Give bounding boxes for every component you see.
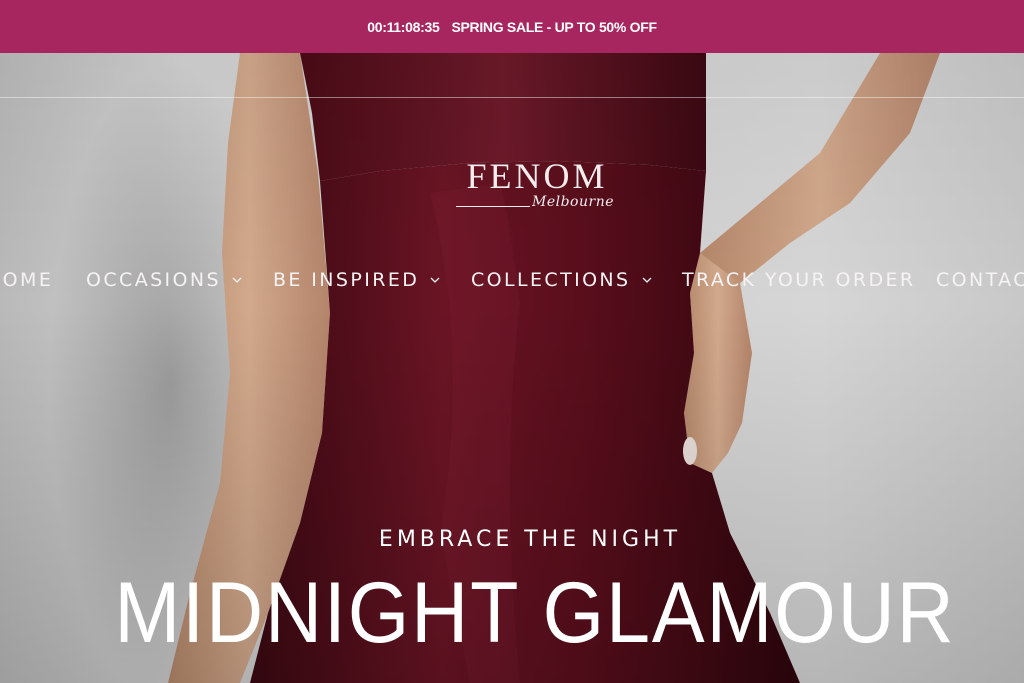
main-nav: HOME OCCASIONS BE INSPIRED COLLECTIONS T… (0, 263, 1024, 299)
hero-headline: MIDNIGHT GLAMOUR (114, 565, 956, 661)
nav-item-label: BE INSPIRED (273, 269, 420, 291)
nav-item-home[interactable]: HOME (0, 269, 53, 291)
nav-item-be-inspired[interactable]: BE INSPIRED (273, 269, 441, 291)
logo-rule (456, 206, 530, 207)
nav-item-collections[interactable]: COLLECTIONS (471, 269, 653, 291)
logo-location: Melbourne (532, 194, 614, 210)
chevron-down-icon (231, 274, 243, 286)
announcement-text[interactable]: SPRING SALE - UP TO 50% OFF (451, 19, 657, 35)
nav-item-label: COLLECTIONS (471, 269, 631, 291)
announcement-bar: 00:11:08:35 SPRING SALE - UP TO 50% OFF (0, 0, 1024, 53)
chevron-down-icon (429, 274, 441, 286)
chevron-down-icon (641, 274, 653, 286)
nav-item-label: HOME (0, 269, 54, 291)
site-logo[interactable]: FENOM Melbourne (452, 156, 622, 218)
nav-item-contact[interactable]: CONTACT (936, 269, 1024, 291)
nav-item-label: CONTACT (936, 269, 1024, 291)
hero-banner[interactable]: FENOM Melbourne HOME OCCASIONS BE INSPIR… (0, 53, 1024, 683)
header-divider (0, 97, 1024, 98)
hero-eyebrow: EMBRACE THE NIGHT (378, 527, 682, 552)
nav-item-label: TRACK YOUR ORDER (682, 269, 916, 291)
nav-item-occasions[interactable]: OCCASIONS (86, 269, 243, 291)
nav-item-track-order[interactable]: TRACK YOUR ORDER (682, 269, 916, 291)
nav-item-label: OCCASIONS (86, 269, 221, 291)
logo-brand: FENOM (466, 156, 608, 196)
countdown-timer: 00:11:08:35 (367, 18, 440, 35)
